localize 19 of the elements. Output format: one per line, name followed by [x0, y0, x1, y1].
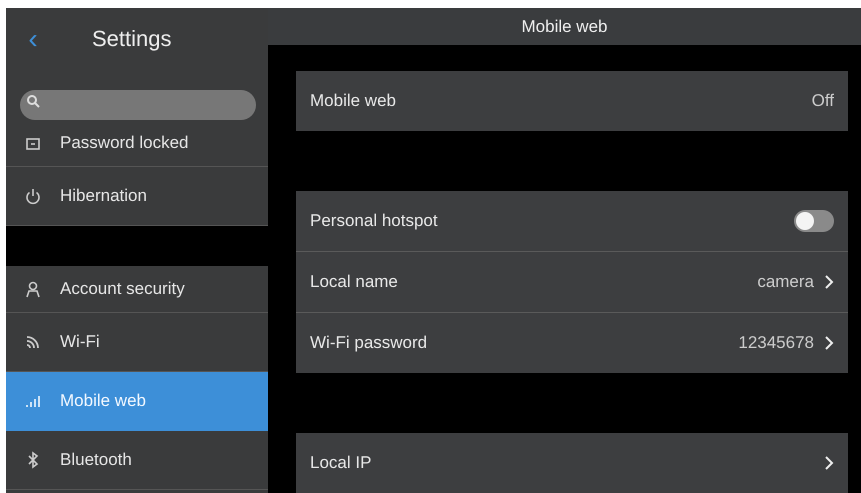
- power-icon: [24, 187, 42, 205]
- chevron-icon: [824, 275, 834, 289]
- chevron-icon: [824, 456, 834, 470]
- search-field[interactable]: [20, 90, 256, 120]
- chevron-icon: [824, 336, 834, 350]
- settings-row[interactable]: Local IP: [296, 433, 848, 493]
- row-value: Off: [812, 91, 834, 111]
- settings-row[interactable]: Local name camera: [296, 252, 848, 313]
- toggle-switch[interactable]: [794, 210, 834, 232]
- settings-row[interactable]: Wi-Fi password 12345678: [296, 313, 848, 373]
- settings-row[interactable]: Personal hotspot: [296, 191, 848, 252]
- page-title: Mobile web: [522, 16, 608, 36]
- search-icon: [26, 94, 40, 108]
- row-value: 12345678: [738, 333, 814, 353]
- person-icon: [24, 280, 42, 298]
- sidebar-title: Settings: [92, 26, 172, 52]
- wifi-icon: [24, 333, 42, 351]
- row-value: camera: [757, 272, 814, 292]
- settings-row[interactable]: Mobile web Off: [296, 71, 848, 131]
